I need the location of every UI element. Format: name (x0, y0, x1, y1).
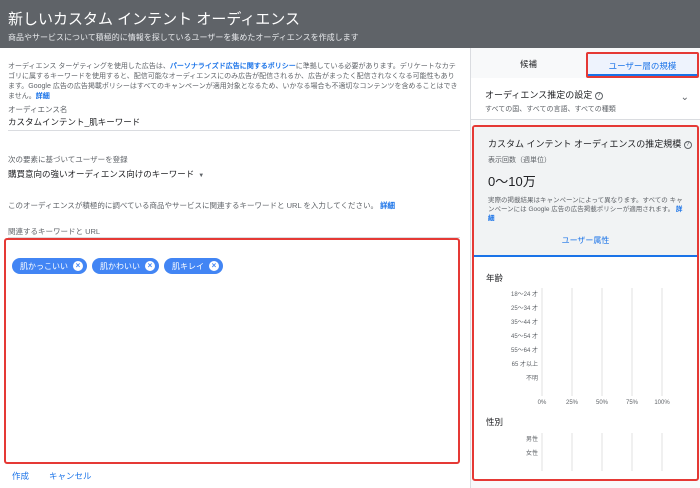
tick-label: 0% (538, 400, 547, 406)
demographics-charts: 18〜24 才 25〜34 才 35〜44 才 45〜54 才 55〜64 才 65 才以… (474, 127, 697, 479)
help-icon[interactable]: ? (594, 91, 603, 100)
category-label: 45〜54 才 (511, 332, 538, 340)
dropdown-caret-icon: ▼ (198, 173, 205, 179)
keyword-chip[interactable]: 肌かわいい × (92, 258, 159, 274)
chevron-down-icon[interactable]: ⌄ (681, 92, 689, 103)
page-title: 新しいカスタム インテント オーディエンス (8, 11, 300, 28)
keyword-entry-area[interactable]: 肌かっこいい × 肌かわいい × 肌キレイ × (4, 238, 460, 464)
form-actions: 作成 キャンセル (12, 470, 92, 482)
create-button[interactable]: 作成 (12, 470, 29, 482)
tick-label: 75% (626, 400, 639, 406)
tick-label: 100% (654, 400, 670, 406)
cancel-button[interactable]: キャンセル (49, 470, 92, 482)
category-label: 女性 (526, 449, 538, 457)
category-label: 25〜34 才 (511, 304, 538, 312)
remove-chip-icon[interactable]: × (145, 261, 155, 271)
policy-description: オーディエンス ターゲティングを使用した広告は、パーソナライズド広告に関するポリ… (8, 63, 458, 100)
category-label: 不明 (526, 375, 538, 382)
audience-name-label: オーディエンス名 (8, 105, 68, 114)
page-subtitle: 商品やサービスについて積極的に情報を探しているユーザーを集めたオーディエンスを作… (8, 33, 359, 42)
demographics-chart-svg: 18〜24 才 25〜34 才 35〜44 才 45〜54 才 55〜64 才 65 才以… (511, 288, 670, 471)
policy-link[interactable]: パーソナライズド広告に関するポリシー (170, 63, 296, 70)
policy-details-link[interactable]: 詳細 (36, 93, 50, 100)
tick-label: 25% (566, 400, 579, 406)
tab-user-size[interactable]: ユーザー層の規模 (586, 52, 699, 78)
category-label: 35〜44 才 (511, 318, 538, 326)
category-label: 55〜64 才 (511, 346, 538, 354)
category-label: 65 才以上 (512, 360, 538, 368)
sidebar-tabs: 候補 ユーザー層の規模 (471, 48, 700, 78)
page-header: 新しいカスタム インテント オーディエンス 商品やサービスについて積極的に情報を… (0, 0, 700, 48)
category-label: 18〜24 才 (511, 290, 538, 298)
tick-label: 50% (596, 400, 609, 406)
keyword-chip[interactable]: 肌かっこいい × (12, 258, 87, 274)
keyword-help-text: このオーディエンスが積極的に調べている商品やサービスに関連するキーワードと UR… (8, 201, 396, 210)
estimate-subtitle: すべての国、すべての言語、すべての種類 (485, 106, 616, 113)
remove-chip-icon[interactable]: × (73, 261, 83, 271)
targeting-label: 次の要素に基づいてユーザーを登録 (8, 155, 128, 164)
audience-name-underline (8, 130, 460, 131)
keyword-chip[interactable]: 肌キレイ × (164, 258, 223, 274)
audience-sidebar: 候補 ユーザー層の規模 オーディエンス推定の設定 ? すべての国、すべての言語、… (470, 48, 700, 488)
estimate-settings[interactable]: オーディエンス推定の設定 ? すべての国、すべての言語、すべての種類 ⌄ (471, 78, 700, 120)
estimate-title: オーディエンス推定の設定 (485, 90, 593, 100)
keyword-chips: 肌かっこいい × 肌かわいい × 肌キレイ × (12, 258, 223, 274)
category-label: 男性 (526, 435, 538, 443)
remove-chip-icon[interactable]: × (209, 261, 219, 271)
keywords-label: 関連するキーワードと URL (8, 227, 101, 236)
audience-name-input[interactable]: カスタムインテント_肌キーワード (8, 116, 140, 128)
audience-estimate-panel: カスタム インテント オーディエンスの推定規模 ? 表示回数（週単位） 0〜10… (472, 125, 699, 481)
tab-candidates[interactable]: 候補 (471, 52, 586, 78)
targeting-select[interactable]: 購買意向の強いオーディエンス向けのキーワード ▼ (8, 168, 204, 180)
keyword-help-details-link[interactable]: 詳細 (380, 201, 395, 210)
